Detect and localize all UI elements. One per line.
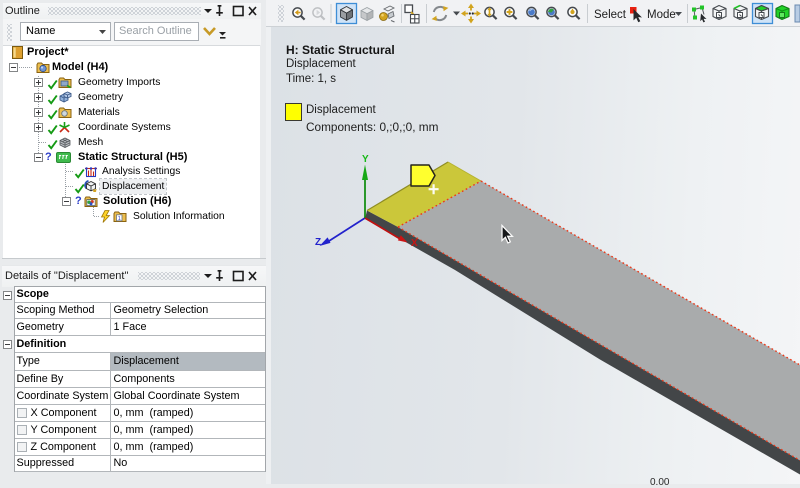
svg-text:Mode: Mode xyxy=(647,9,676,21)
svg-text:Z: Z xyxy=(315,237,321,248)
svg-text:Select: Select xyxy=(594,9,627,21)
svg-text:Y: Y xyxy=(362,154,369,165)
svg-text:1: 1 xyxy=(118,216,121,222)
svg-text:X: X xyxy=(411,238,418,249)
